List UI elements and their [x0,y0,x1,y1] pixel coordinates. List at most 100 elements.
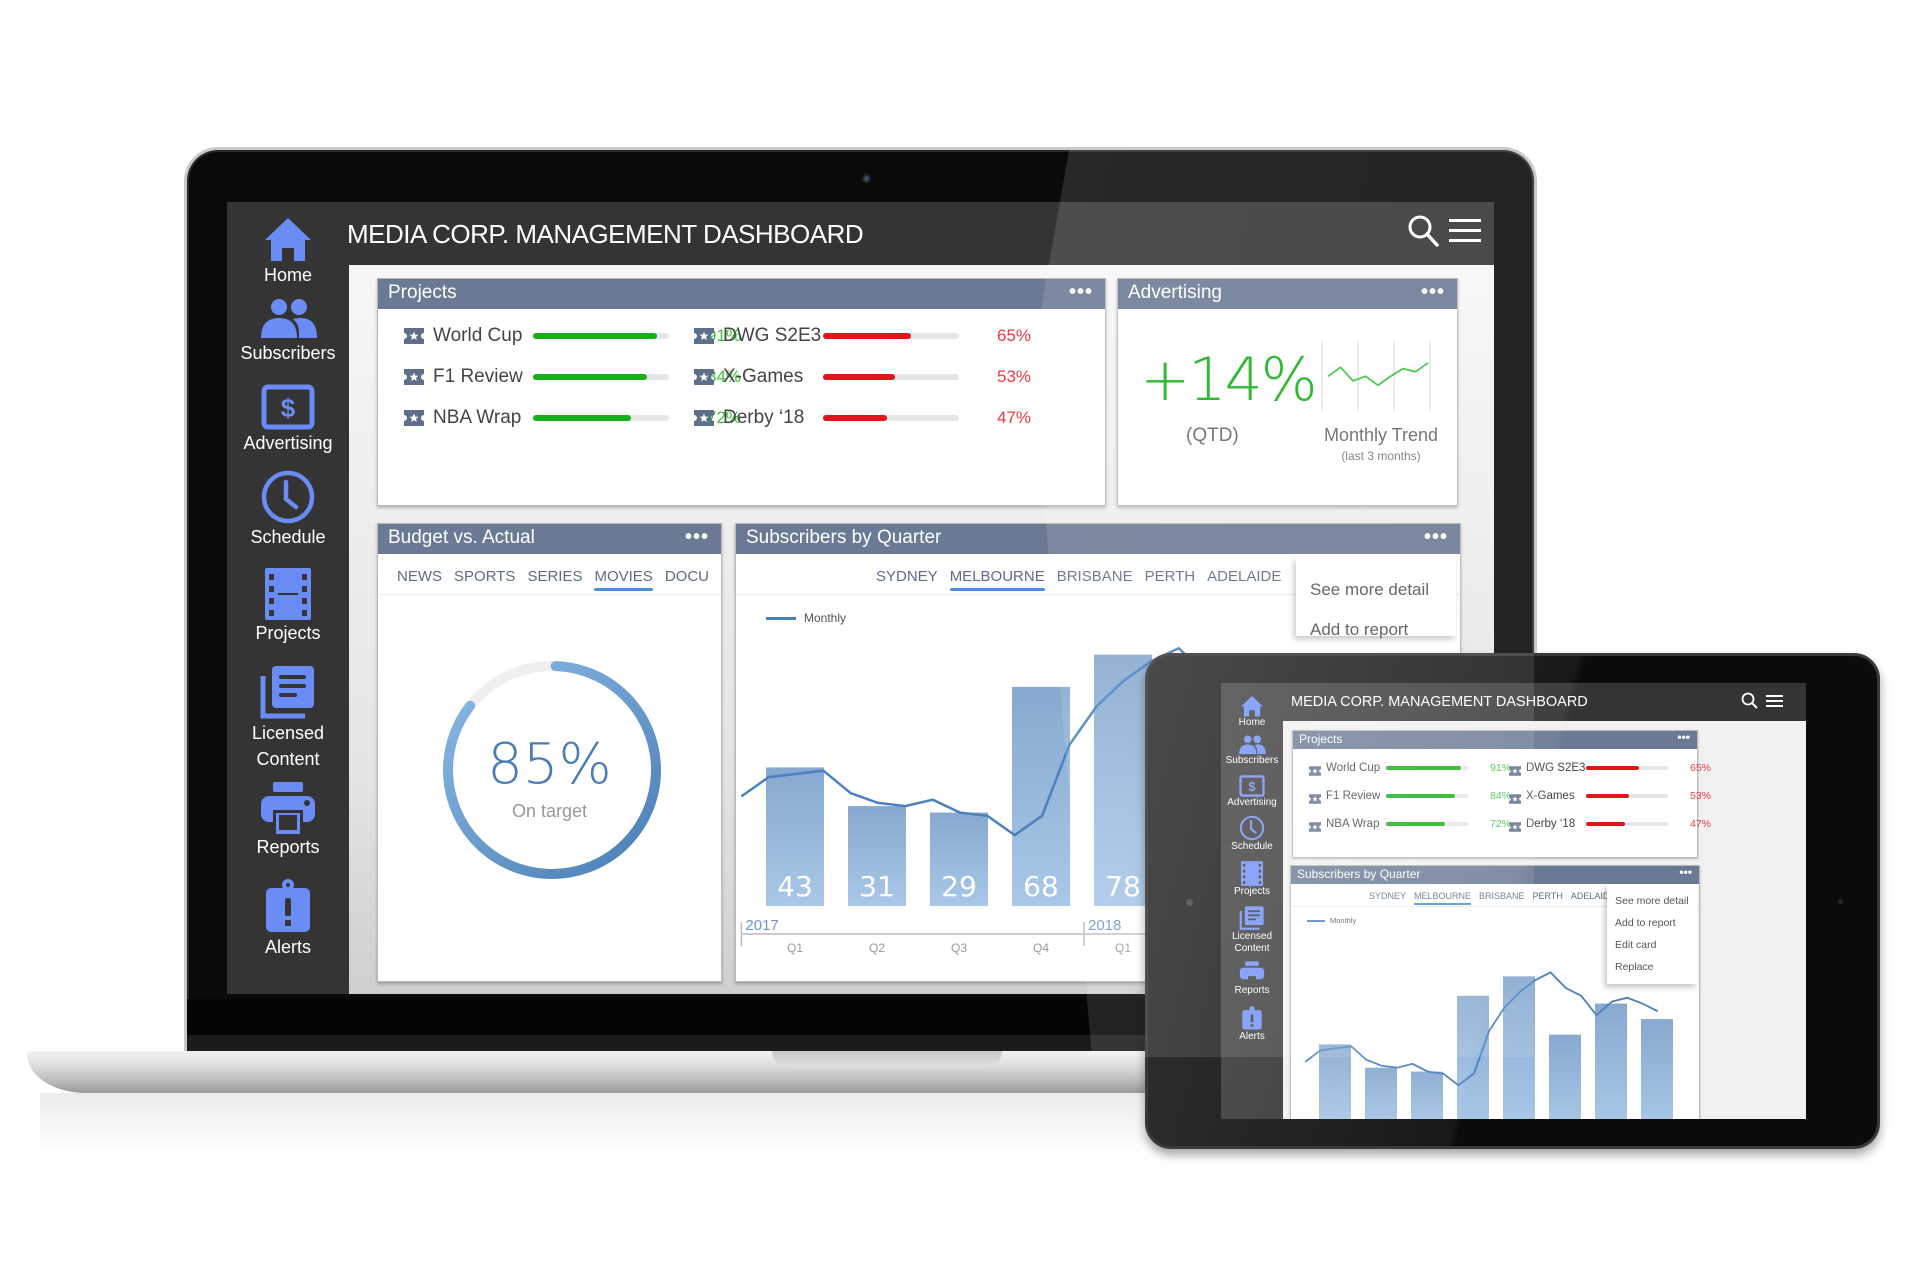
sidebar-item-home[interactable]: Home [227,216,349,288]
tab-sports[interactable]: SPORTS [454,568,515,588]
year-label: 2018 [1088,917,1121,934]
ticket-icon [1309,791,1321,804]
sidebar-item-label: Home [263,265,312,285]
sidebar-item-label: Projects [255,623,321,643]
sidebar-item-projects[interactable]: Projects [227,568,349,646]
menu-item-edit-card[interactable]: Edit card [1615,934,1689,956]
project-percent: 65% [997,326,1032,345]
project-name: DWG S2E3 [723,325,822,346]
project-row[interactable]: DWG S2E3 65% [1509,760,1711,776]
city-tabs: SYDNEY MELBOURNE BRISBANE PERTH ADELAIDE [870,568,1287,591]
tab-brisbane[interactable]: BRISBANE [1479,891,1525,903]
hamburger-menu-icon[interactable] [1449,218,1481,249]
progress-fill [1386,822,1446,826]
sidebar-item-reports[interactable]: Reports [1221,961,1283,997]
sidebar-item-projects[interactable]: Projects [1221,861,1283,898]
card-header: Projects ••• [378,279,1105,309]
trend-label: Monthly Trend [1323,425,1439,445]
sidebar-item-home[interactable]: Home [1221,695,1283,729]
project-row[interactable]: Derby ‘18 47% [1509,816,1711,832]
sidebar-item-advertising[interactable]: $ Advertising [1221,775,1283,809]
project-name: Derby ‘18 [723,407,805,428]
tab-brisbane[interactable]: BRISBANE [1057,568,1133,588]
bar [1319,1044,1351,1119]
project-row[interactable]: X-Games 53% [694,362,1037,392]
more-options-button[interactable]: ••• [1421,281,1445,304]
sidebar-item-subscribers[interactable]: Subscribers [227,298,349,366]
sidebar-item-reports[interactable]: Reports [227,782,349,860]
progress-fill [1386,766,1461,770]
progress-fill [1586,822,1625,826]
tab-sydney[interactable]: SYDNEY [1369,891,1406,903]
sidebar-item-schedule[interactable]: Schedule [227,470,349,550]
progress-bar [823,415,959,421]
menu-item-add-to-report[interactable]: Add to report [1615,912,1689,934]
tab-series[interactable]: SERIES [527,568,582,588]
project-row[interactable]: World Cup 91% [1309,760,1511,776]
bar-value-label: 29 [941,870,977,903]
menu-item-see-more-detail[interactable]: See more detail [1615,890,1689,912]
search-icon[interactable] [1407,214,1441,253]
project-name: NBA Wrap [1326,818,1380,830]
subscribers-card: Subscribers by Quarter ••• SYDNEY MELBOUR… [1290,865,1700,1119]
laptop-camera [862,173,871,184]
sidebar-item-alerts[interactable]: Alerts [227,878,349,960]
tab-adelaide[interactable]: ADELAIDE [1207,568,1281,588]
project-percent: 72% [1490,818,1512,830]
project-row[interactable]: X-Games 53% [1509,788,1711,804]
project-percent: 91% [1490,762,1512,774]
more-options-button[interactable]: ••• [1679,866,1692,879]
tab-divider [378,594,721,595]
sidebar-item-licensed-content[interactable]: Licensed Content [1221,905,1283,955]
project-row[interactable]: Derby ‘18 47% [694,403,1037,433]
x-tick-label: Q1 [787,941,803,955]
project-percent: 84% [1490,790,1512,802]
project-percent: 47% [1690,818,1712,830]
more-options-button[interactable]: ••• [1424,526,1448,549]
progress-bar [823,374,959,380]
tab-sydney[interactable]: SYDNEY [876,568,938,588]
sidebar-item-label: Alerts [1239,1031,1265,1042]
budget-card: Budget vs. Actual ••• NEWS SPORTS SERIES MO… [377,523,722,982]
search-icon[interactable] [1741,692,1759,715]
menu-item-see-more-detail[interactable]: See more detail [1310,570,1442,610]
project-row[interactable]: NBA Wrap 72% [1309,816,1511,832]
tab-movies[interactable]: MOVIES [594,568,654,591]
menu-item-add-to-report[interactable]: Add to report [1310,610,1442,650]
sidebar-item-subscribers[interactable]: Subscribers [1221,735,1283,767]
tab-docu[interactable]: DOCU [665,568,709,588]
ticket-icon [1509,763,1521,776]
tab-news[interactable]: NEWS [397,568,442,588]
sidebar-item-schedule[interactable]: Schedule [1221,815,1283,853]
sidebar-item-licensed-content[interactable]: Licensed Content [227,664,349,772]
bar-value-label: 43 [777,870,813,903]
sidebar-item-advertising[interactable]: $ Advertising [227,384,349,456]
hamburger-menu-icon[interactable] [1766,694,1783,713]
bar-value-label: 78 [1105,870,1141,903]
dollar-icon: $ [261,384,315,430]
card-title: Budget vs. Actual [388,527,535,548]
progress-fill [533,333,657,339]
tab-perth[interactable]: PERTH [1145,568,1196,588]
tab-melbourne[interactable]: MELBOURNE [949,568,1045,591]
tab-perth[interactable]: PERTH [1533,891,1563,903]
project-row[interactable]: F1 Review 84% [1309,788,1511,804]
more-options-button[interactable]: ••• [1069,281,1093,304]
laptop-lid-notch [772,1051,1002,1067]
progress-fill [1386,794,1455,798]
project-percent: 53% [1690,790,1712,802]
progress-fill [823,333,912,339]
project-name: World Cup [1326,762,1381,774]
budget-value: 85% [487,732,612,797]
more-options-button[interactable]: ••• [685,526,709,549]
progress-fill [1586,794,1630,798]
more-options-button[interactable]: ••• [1677,730,1690,744]
home-icon [1241,695,1263,717]
tab-melbourne[interactable]: MELBOURNE [1414,891,1472,905]
bar [1641,1019,1673,1119]
project-row[interactable]: DWG S2E3 65% [694,321,1037,351]
ticket-icon [404,369,424,385]
card-header: Budget vs. Actual ••• [378,524,721,554]
sidebar-item-alerts[interactable]: Alerts [1221,1005,1283,1043]
menu-item-replace[interactable]: Replace [1615,956,1689,978]
